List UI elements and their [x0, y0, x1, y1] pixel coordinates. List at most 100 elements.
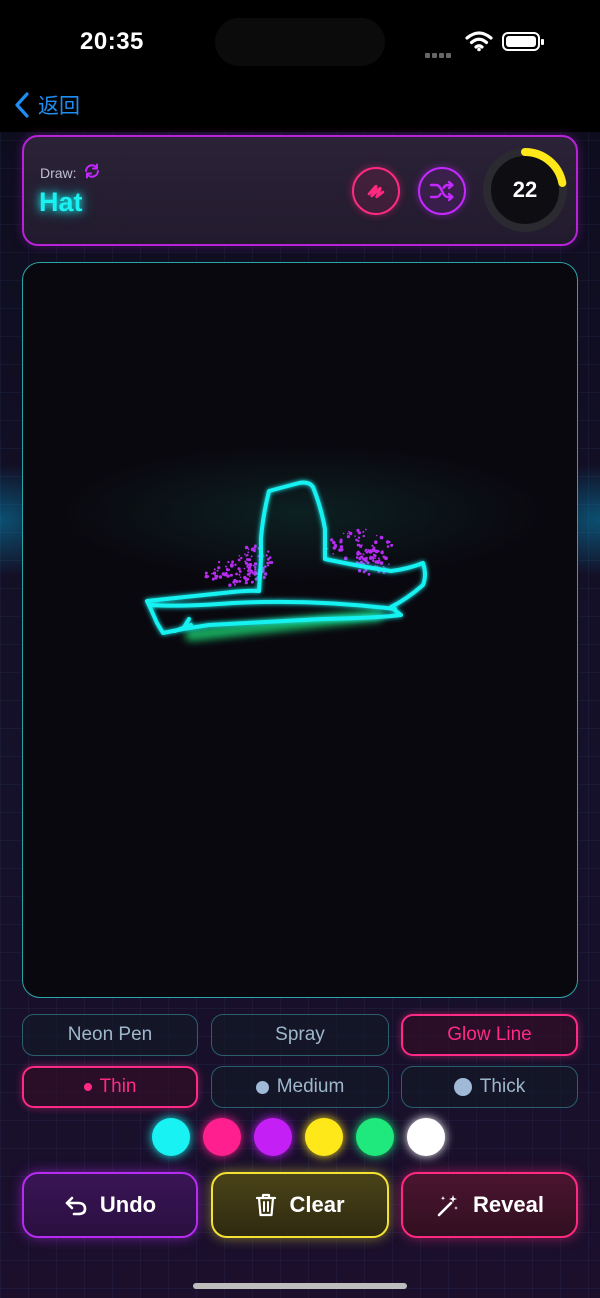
spray-dot [211, 572, 214, 575]
spray-dot [237, 567, 241, 571]
size-thin[interactable]: Thin [22, 1066, 198, 1108]
spray-dot [224, 572, 228, 575]
clear-button[interactable]: Clear [211, 1172, 389, 1238]
spray-dot [343, 556, 348, 561]
chevron-left-icon [15, 92, 29, 118]
color-swatch[interactable] [152, 1118, 190, 1156]
size-medium[interactable]: Medium [211, 1066, 389, 1108]
spray-dot [367, 572, 371, 576]
spray-dot [365, 556, 368, 560]
spray-dot [374, 540, 378, 544]
spray-dot [267, 550, 270, 553]
spray-dot [332, 553, 335, 555]
spray-dot [248, 575, 251, 577]
spray-dot [371, 544, 374, 547]
spray-dot [390, 543, 394, 547]
spray-dot [270, 560, 274, 565]
spray-dot [372, 549, 376, 553]
color-swatch[interactable] [203, 1118, 241, 1156]
spray-dot [246, 558, 249, 561]
color-swatch[interactable] [305, 1118, 343, 1156]
size-medium-label: Medium [276, 1076, 345, 1097]
scribble-icon [367, 184, 385, 199]
battery-icon [502, 32, 544, 51]
home-indicator [193, 1283, 407, 1289]
spray-dot [250, 580, 254, 584]
spray-dot [365, 528, 367, 531]
spray-dot [362, 534, 365, 538]
spray-dot [238, 570, 242, 573]
tool-neon-pen-label: Neon Pen [67, 1024, 153, 1045]
spray-dot [262, 576, 266, 579]
draw-label: Draw: [40, 164, 77, 181]
tool-neon-pen[interactable]: Neon Pen [22, 1014, 198, 1056]
trash-icon [256, 1193, 277, 1217]
spray-dot [268, 556, 272, 559]
back-button[interactable]: 返回 [14, 90, 80, 120]
spray-dot [379, 561, 382, 563]
status-time: 20:35 [80, 28, 144, 55]
drawing-canvas[interactable] [22, 262, 578, 998]
undo-label: Undo [99, 1192, 157, 1217]
spray-dot [374, 557, 376, 559]
tool-glow-line[interactable]: Glow Line [401, 1014, 578, 1056]
spray-dot [378, 559, 381, 562]
prompt-card: Draw: Hat 22 [22, 135, 578, 246]
countdown-timer: 22 [480, 145, 570, 235]
undo-button[interactable]: Undo [22, 1172, 198, 1238]
spray-dot [355, 556, 359, 559]
spray-dot [233, 578, 237, 583]
spray-dot [238, 554, 241, 557]
color-swatch[interactable] [356, 1118, 394, 1156]
spray-dot [246, 553, 249, 557]
spray-dot [239, 576, 242, 579]
spray-dot [235, 572, 238, 576]
color-swatch[interactable] [407, 1118, 445, 1156]
color-swatch[interactable] [254, 1118, 292, 1156]
navigation-bar: 返回 [0, 78, 600, 132]
spray-dot [254, 568, 257, 571]
spray-dot [375, 534, 378, 537]
spray-dot [214, 576, 218, 580]
spray-dot [362, 553, 365, 556]
spray-dot [361, 544, 363, 546]
shuffle-button[interactable] [418, 167, 466, 215]
timer-value: 22 [512, 177, 538, 202]
spray-dot [346, 535, 350, 539]
spray-dot [216, 569, 219, 572]
spray-dot [226, 574, 230, 578]
spray-dot [382, 565, 385, 568]
tool-spray-label: Spray [275, 1024, 325, 1045]
refresh-icon[interactable] [83, 163, 101, 182]
spray-dot [364, 558, 368, 563]
spray-dot [243, 575, 247, 580]
shuffle-icon [429, 180, 454, 202]
size-medium-dot [255, 1080, 269, 1094]
spray-dot [386, 545, 390, 548]
spray-dot [377, 557, 380, 560]
spray-dot [267, 557, 270, 560]
tool-spray[interactable]: Spray [211, 1014, 389, 1056]
spray-dot [334, 545, 337, 549]
reveal-button[interactable]: Reveal [401, 1172, 578, 1238]
hint-button[interactable] [352, 167, 400, 215]
spray-dot [262, 566, 265, 570]
spray-dot [362, 530, 365, 533]
spray-dot [221, 572, 225, 576]
undo-icon [65, 1196, 87, 1216]
back-label: 返回 [38, 95, 80, 118]
spray-dot [211, 577, 215, 581]
spray-dot [238, 580, 242, 583]
spray-dot [225, 568, 229, 572]
spray-dot [388, 563, 390, 565]
spray-dot [204, 571, 208, 575]
reveal-label: Reveal [473, 1192, 544, 1217]
cellular-signal-icon [425, 45, 459, 58]
spray-dot [330, 538, 334, 542]
size-thick[interactable]: Thick [401, 1066, 578, 1108]
spray-dot [347, 532, 349, 535]
spray-dot [254, 565, 257, 569]
spray-dot [339, 540, 343, 544]
wifi-icon [465, 30, 493, 57]
spray-dot [342, 532, 345, 535]
